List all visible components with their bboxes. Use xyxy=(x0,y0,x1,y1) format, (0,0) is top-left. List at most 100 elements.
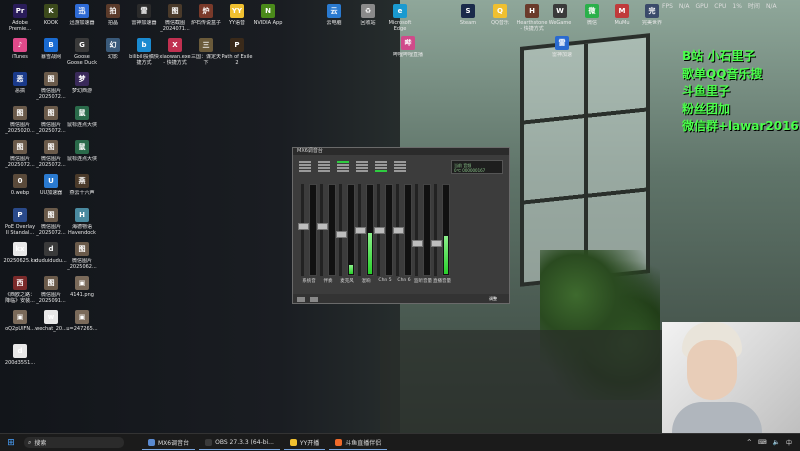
taskbar: ⊞ ⌕ 搜索 MX6调音台 OBS 27.3.3 (64-bi... YY开播 斗鱼直… xyxy=(0,433,800,451)
tray-icon[interactable]: ⌨ xyxy=(758,439,767,446)
channel-toggle-button[interactable] xyxy=(356,170,368,172)
fader-track[interactable] xyxy=(434,184,437,276)
webcam-body xyxy=(672,402,762,433)
fader-knob[interactable] xyxy=(298,223,309,230)
channel-toggle-button[interactable] xyxy=(337,161,349,163)
tray-icon[interactable]: 🔈 xyxy=(773,439,780,446)
channel-toggle-button[interactable] xyxy=(318,161,330,163)
mixer-footer-label[interactable]: 调整 xyxy=(489,294,497,303)
channel-toggle-button[interactable] xyxy=(337,170,349,172)
desktop-icon[interactable]: ▣ 4141.png xyxy=(60,276,104,298)
desktop-icon[interactable]: 图微信图片 _2025062... xyxy=(60,242,104,270)
desktop-icon[interactable]: 梦梦幻西游 xyxy=(60,72,104,94)
fader-track[interactable] xyxy=(320,184,323,276)
taskbar-app[interactable]: MX6调音台 xyxy=(142,436,196,450)
channel-toggle-button[interactable] xyxy=(318,170,330,172)
desktop-icon[interactable]: d 200d3551... xyxy=(0,344,42,366)
overlay-line-5: 微信群+lawar2016 xyxy=(682,119,799,133)
desktop-icon-label: 燕云十六声 xyxy=(69,190,95,196)
taskbar-app[interactable]: 斗鱼直播伴侣 xyxy=(329,436,388,450)
desktop-icon-top[interactable]: 哔哔哩哔哩直播 xyxy=(386,36,430,58)
channel-toggle-button[interactable] xyxy=(299,167,311,169)
app-icon: 哔 xyxy=(401,36,415,50)
fader-knob[interactable] xyxy=(374,227,385,234)
channel-toggle-button[interactable] xyxy=(318,164,330,166)
mixer-footer: 调整 xyxy=(293,294,509,303)
channel-buttons xyxy=(337,161,349,183)
app-icon: 0 xyxy=(13,174,27,188)
channel-toggle-button[interactable] xyxy=(375,167,387,169)
app-icon: N xyxy=(261,4,275,18)
app-icon: 雷 xyxy=(555,36,569,50)
channel-strip: 直播音量 xyxy=(430,184,454,284)
channel-toggle-button[interactable] xyxy=(394,164,406,166)
fader-track[interactable] xyxy=(301,184,304,276)
app-icon: W xyxy=(553,4,567,18)
app-icon: M xyxy=(615,4,629,18)
channel-toggle-button[interactable] xyxy=(299,161,311,163)
fader-knob[interactable] xyxy=(317,223,328,230)
fader-track[interactable] xyxy=(339,184,342,276)
search-icon: ⌕ xyxy=(28,438,32,446)
fps-value: N/A xyxy=(678,3,690,10)
mixer-footer-button-1[interactable] xyxy=(297,296,305,302)
desktop-icon[interactable]: 鼠鼠标连点大侠 xyxy=(60,106,104,128)
desktop-icon[interactable]: N NVIDIA App xyxy=(246,4,290,26)
app-icon: 微 xyxy=(585,4,599,18)
channel-toggle-button[interactable] xyxy=(337,167,349,169)
taskbar-app[interactable]: OBS 27.3.3 (64-bi... xyxy=(199,436,280,450)
desktop-icon-label: 鼠标连点大侠 xyxy=(66,122,97,128)
fader-knob[interactable] xyxy=(393,227,404,234)
desktop-icon-label: 4141.png xyxy=(70,292,94,298)
app-icon: U xyxy=(44,174,58,188)
app-icon: ▣ xyxy=(75,276,89,290)
fader-knob[interactable] xyxy=(336,231,347,238)
desktop-icon[interactable]: 燕燕云十六声 xyxy=(60,174,104,196)
desktop-icon-top[interactable]: 雷雷神加速 xyxy=(540,36,584,58)
app-icon: ♪ xyxy=(13,38,27,52)
tray-icon[interactable]: 中 xyxy=(786,438,792,447)
desktop-icon-top[interactable]: e Microsoft Edge xyxy=(378,4,422,32)
desktop-icon[interactable]: 鼠鼠标连点大侠 xyxy=(60,140,104,162)
channel-toggle-button[interactable] xyxy=(356,161,368,163)
channel-toggle-button[interactable] xyxy=(375,161,387,163)
channel-toggle-button[interactable] xyxy=(318,167,330,169)
channel-toggle-button[interactable] xyxy=(375,170,387,172)
fader-knob[interactable] xyxy=(355,227,366,234)
app-icon: ♻ xyxy=(361,4,375,18)
channel-toggle-button[interactable] xyxy=(394,167,406,169)
taskbar-app[interactable]: YY开播 xyxy=(283,436,326,450)
app-icon: 雷 xyxy=(137,4,151,18)
channel-toggle-button[interactable] xyxy=(337,164,349,166)
fader-knob[interactable] xyxy=(412,240,423,247)
app-icon: 幻 xyxy=(106,38,120,52)
taskbar-app-label: 斗鱼直播伴侣 xyxy=(345,439,382,447)
mixer-footer-button-2[interactable] xyxy=(310,296,319,302)
search-label: 搜索 xyxy=(34,440,47,447)
channel-toggle-button[interactable] xyxy=(299,164,311,166)
desktop-icon[interactable]: ▣ u=247265... xyxy=(60,310,104,332)
mixer-window[interactable]: MX6调音台 当前 音频 0℃ 000000167 系统音 伴奏 麦克风 混响 Chn … xyxy=(292,147,510,304)
channel-toggle-button[interactable] xyxy=(394,170,406,172)
app-icon: H xyxy=(525,4,539,18)
app-icon: P xyxy=(230,38,244,52)
channel-toggle-button[interactable] xyxy=(299,170,311,172)
mixer-titlebar[interactable]: MX6调音台 xyxy=(293,148,509,155)
channel-toggle-button[interactable] xyxy=(356,164,368,166)
app-icon: kx xyxy=(13,242,27,256)
app-icon: 云 xyxy=(327,4,341,18)
taskbar-search[interactable]: ⌕ 搜索 xyxy=(24,437,124,448)
desktop-icon-label: 海德物语 Havendock xyxy=(68,224,96,236)
desktop-icon[interactable]: P Path of Exile 2 xyxy=(215,38,259,66)
fader-track[interactable] xyxy=(415,184,418,276)
desktop-icon[interactable]: H 海德物语 Havendock xyxy=(60,208,104,236)
app-icon: w xyxy=(44,310,58,324)
start-button[interactable]: ⊞ xyxy=(4,436,18,450)
channel-toggle-button[interactable] xyxy=(394,161,406,163)
channel-buttons xyxy=(375,161,387,183)
tray-icon[interactable]: ^ xyxy=(747,439,752,446)
channel-toggle-button[interactable] xyxy=(356,167,368,169)
taskbar-app-icon xyxy=(148,438,155,446)
fader-knob[interactable] xyxy=(431,240,442,247)
channel-toggle-button[interactable] xyxy=(375,164,387,166)
